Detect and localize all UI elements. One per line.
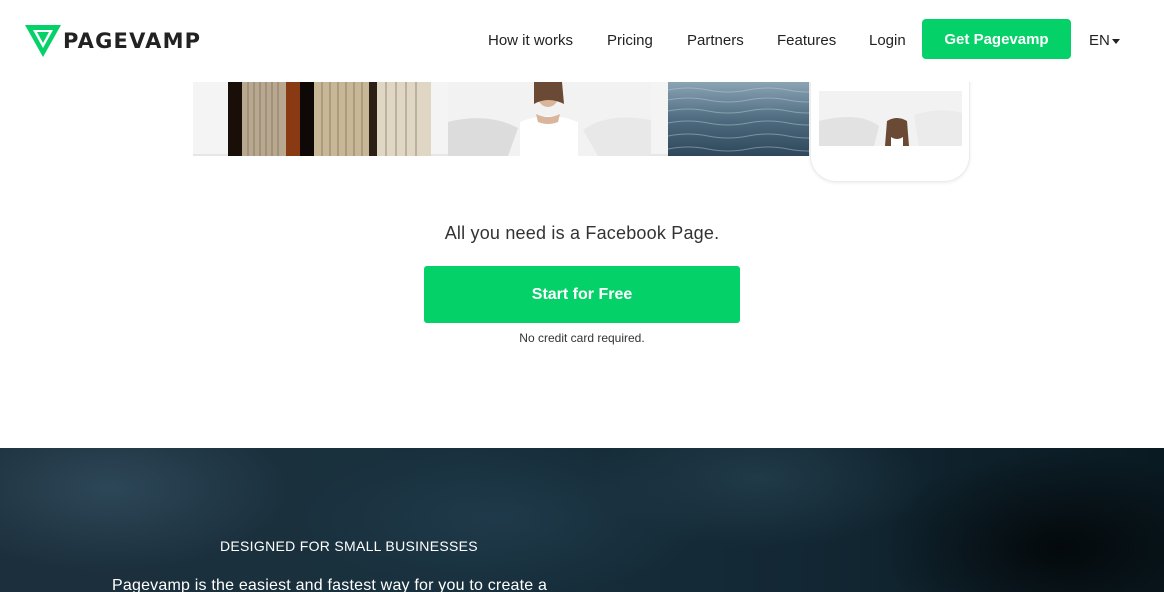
caret-down-icon	[1111, 38, 1120, 44]
books-image	[228, 82, 431, 156]
language-selector[interactable]: EN	[1089, 31, 1120, 51]
section-eyebrow: DESIGNED FOR SMALL BUSINESSES	[220, 538, 478, 554]
nav-pricing[interactable]: Pricing	[607, 31, 653, 51]
pagevamp-logo-icon	[25, 25, 61, 57]
nav-login[interactable]: Login	[869, 31, 906, 51]
nav-partners[interactable]: Partners	[687, 31, 744, 51]
woman-in-sheet-image	[448, 82, 651, 156]
start-for-free-button[interactable]: Start for Free	[424, 266, 740, 323]
language-label: EN	[1089, 32, 1110, 49]
sea-water-image	[668, 82, 809, 156]
hero-tagline: All you need is a Facebook Page.	[444, 223, 720, 243]
phone-screen-image	[819, 91, 962, 146]
nav-how-it-works[interactable]: How it works	[488, 31, 573, 51]
section-body-text: Pagevamp is the easiest and fastest way …	[112, 577, 548, 592]
small-business-section: DESIGNED FOR SMALL BUSINESSES Pagevamp i…	[0, 448, 1164, 592]
nav-features[interactable]: Features	[777, 31, 836, 51]
brand-logo[interactable]: PAGEVAMP	[24, 24, 201, 58]
brand-name: PAGEVAMP	[63, 29, 202, 53]
get-pagevamp-button[interactable]: Get Pagevamp	[922, 19, 1071, 59]
no-credit-card-note: No credit card required.	[519, 331, 645, 345]
site-header: PAGEVAMP How it works Pricing Partners F…	[0, 0, 1164, 82]
